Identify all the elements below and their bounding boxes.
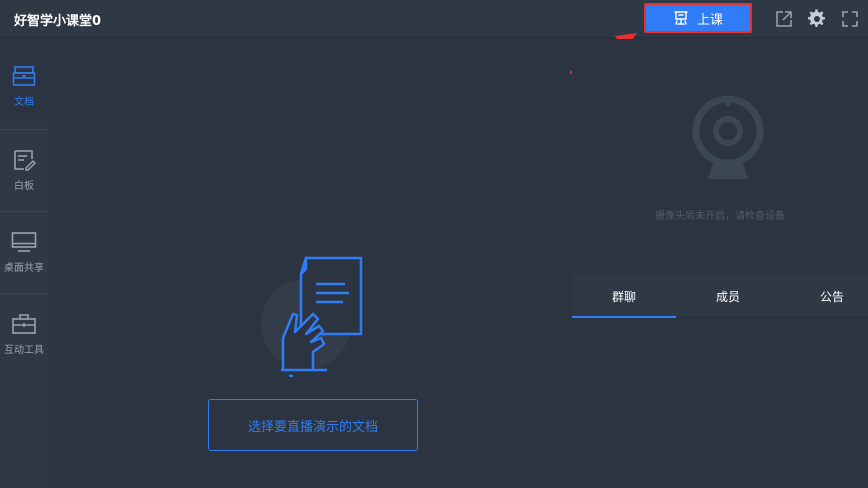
sidebar-item-label: 白板 [14, 181, 34, 192]
chat-tabs: 群聊 成员 公告 [572, 274, 868, 319]
sidebar-item-label: 文档 [14, 97, 34, 108]
whiteboard-icon [14, 150, 36, 171]
gear-icon[interactable] [807, 9, 827, 29]
screen-share-icon [11, 232, 37, 252]
sidebar-item-label: 桌面共享 [4, 263, 44, 274]
webcam-icon [692, 95, 764, 179]
start-class-label: 上课 [696, 12, 723, 28]
top-bar: 好智学小课堂0 上课 [0, 0, 868, 38]
sidebar-item-document[interactable]: 文档 [0, 39, 48, 121]
right-panel: 摄像头尚未开启，请检查设备 群聊 成员 公告 [572, 39, 868, 488]
app-title: 好智学小课堂0 [14, 14, 102, 29]
sidebar-item-interactive-tools[interactable]: 互动工具 [0, 287, 48, 369]
tab-announcements[interactable]: 公告 [780, 274, 868, 318]
tab-members[interactable]: 成员 [676, 274, 780, 318]
tab-group-chat[interactable]: 群聊 [572, 274, 676, 319]
podium-icon [674, 11, 688, 25]
chat-message-area [572, 318, 868, 488]
camera-preview: 摄像头尚未开启，请检查设备 [572, 39, 868, 274]
toolbox-icon [12, 314, 36, 334]
document-icon [12, 66, 36, 86]
share-icon[interactable] [774, 9, 794, 29]
start-class-button[interactable]: 上课 [644, 3, 752, 33]
fullscreen-icon[interactable] [840, 9, 860, 29]
sidebar-item-whiteboard[interactable]: 白板 [0, 123, 48, 205]
sidebar-item-screen-share[interactable]: 桌面共享 [0, 205, 48, 287]
document-hand-illustration [261, 256, 363, 377]
document-stage: 选择要直播演示的文档 [56, 39, 570, 488]
sidebar-item-label: 互动工具 [4, 345, 44, 356]
sidebar: 文档 白板 桌面共享 互动工具 [0, 39, 48, 488]
select-document-button[interactable]: 选择要直播演示的文档 [208, 399, 418, 451]
classroom-app: 好智学小课堂0 上课 文档 白板 桌面共享 互动工具 选择要直播演示的文档 摄像… [0, 0, 868, 488]
camera-status-text: 摄像头尚未开启，请检查设备 [655, 211, 785, 222]
